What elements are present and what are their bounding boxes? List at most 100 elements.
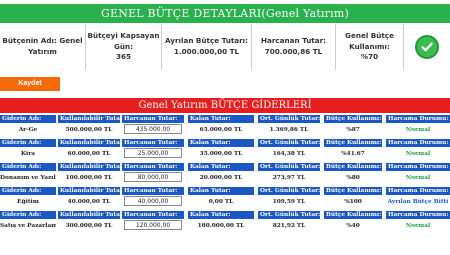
section-title: Genel Yatırım BÜTÇE GİDERLERİ — [0, 98, 450, 113]
cell-usage: Bütçe Kullanımı: %100 — [324, 186, 382, 208]
spent-amount-input[interactable] — [124, 124, 182, 134]
cell-name: Giderin Adı: Satış ve Pazarlama — [0, 210, 56, 232]
summary-days: Bütçeyi Kapsayan Gün: 365 — [86, 24, 162, 70]
cell-label-remaining: Kalan Tutar: — [188, 139, 254, 147]
cell-value-usage: %87 — [346, 127, 360, 133]
cell-remaining: Kalan Tutar: 0,00 TL — [188, 186, 254, 208]
table-row: Giderin Adı: Kira Kullanılabilir Tutar: 60.… — [0, 138, 450, 160]
cell-daily: Ort. Günlük Tutar: 164,38 TL — [258, 138, 320, 160]
cell-remaining: Kalan Tutar: 65.000,00 TL — [188, 114, 254, 136]
spent-amount-input[interactable] — [124, 148, 182, 158]
summary-budget-name-line2: Yatırım — [28, 47, 57, 56]
cell-value-name: Satış ve Pazarlama — [0, 223, 56, 229]
cell-label-usage: Bütçe Kullanımı: — [324, 139, 382, 147]
cell-value-name: Eğitim — [17, 199, 39, 205]
save-button[interactable]: Kaydet — [0, 77, 60, 91]
cell-name: Giderin Adı: Ar-Ge — [0, 114, 56, 136]
cell-label-remaining: Kalan Tutar: — [188, 211, 254, 219]
summary-usage-line1: Genel Bütçe — [345, 30, 394, 40]
page-title: GENEL BÜTÇE DETAYLARI(Genel Yatırım) — [0, 4, 450, 23]
cell-label-usable: Kullanılabilir Tutar: — [58, 115, 120, 123]
cell-value-remaining: 0,00 TL — [208, 199, 234, 205]
cell-spent: Harcanan Tutar: — [122, 210, 184, 232]
cell-usable: Kullanılabilir Tutar: 60.000,00 TL — [58, 138, 120, 160]
cell-status: Harcama Durumu: Ayrılan Bütçe Bitti — [386, 186, 450, 208]
summary-usage-line2: Kullanımı: — [349, 41, 390, 51]
cell-value-remaining: 20.000,00 TL — [199, 175, 243, 181]
summary-days-line2: Gün: — [113, 41, 133, 51]
summary-allocated-value: 1.000.000,00 TL — [173, 47, 240, 56]
summary-usage-value: %70 — [360, 52, 379, 62]
summary-spent: Harcanan Tutar: 700.000,86 TL — [252, 24, 336, 70]
cell-value-status: Normal — [405, 223, 431, 229]
cell-name: Giderin Adı: Eğitim — [0, 186, 56, 208]
table-row: Giderin Adı: Donanım ve YazılımKullanılab… — [0, 162, 450, 184]
cell-value-daily: 164,38 TL — [272, 151, 306, 157]
cell-remaining: Kalan Tutar: 180.000,00 TL — [188, 210, 254, 232]
cell-value-daily: 273,97 TL — [272, 175, 306, 181]
summary-budget-name: Bütçenin Adı: Genel Yatırım — [0, 24, 86, 70]
cell-spent: Harcanan Tutar: — [122, 186, 184, 208]
cell-remaining: Kalan Tutar: 35.000,00 TL — [188, 138, 254, 160]
cell-label-remaining: Kalan Tutar: — [188, 163, 254, 171]
cell-value-status: Ayrılan Bütçe Bitti — [387, 199, 449, 205]
cell-value-usage: %100 — [344, 199, 362, 205]
spent-amount-input[interactable] — [124, 172, 182, 182]
cell-label-status: Harcama Durumu: — [386, 115, 450, 123]
cell-label-usage: Bütçe Kullanımı: — [324, 211, 382, 219]
cell-label-status: Harcama Durumu: — [386, 187, 450, 195]
summary-spent-value: 700.000,86 TL — [264, 47, 323, 56]
cell-label-daily: Ort. Günlük Tutar: — [258, 163, 320, 171]
summary-allocated: Ayrılan Bütçe Tutarı: 1.000.000,00 TL — [162, 24, 252, 70]
cell-status: Harcama Durumu: Normal — [386, 114, 450, 136]
cell-value-usable: 60.000,00 TL — [67, 151, 111, 157]
cell-label-usable: Kullanılabilir Tutar: — [58, 187, 120, 195]
cell-value-daily: 109,59 TL — [272, 199, 306, 205]
cell-usable: Kullanılabilir Tutar: 500.000,00 TL — [58, 114, 120, 136]
cell-usage: Bütçe Kullanımı: %41.67 — [324, 138, 382, 160]
cell-status: Harcama Durumu: Normal — [386, 210, 450, 232]
cell-value-daily: 821,92 TL — [272, 223, 306, 229]
cell-label-usable: Kullanılabilir Tutar: — [58, 139, 120, 147]
cell-usage: Bütçe Kullanımı: %80 — [324, 162, 382, 184]
cell-value-status: Normal — [405, 151, 431, 157]
cell-usable: Kullanılabilir Tutar: 100.000,00 TL — [58, 162, 120, 184]
cell-label-spent: Harcanan Tutar: — [122, 211, 184, 219]
cell-label-daily: Ort. Günlük Tutar: — [258, 139, 320, 147]
cell-label-name: Giderin Adı: — [0, 187, 56, 195]
cell-value-remaining: 65.000,00 TL — [199, 127, 243, 133]
cell-usable: Kullanılabilir Tutar: 300.000,00 TL — [58, 210, 120, 232]
cell-label-remaining: Kalan Tutar: — [188, 115, 254, 123]
cell-daily: Ort. Günlük Tutar: 273,97 TL — [258, 162, 320, 184]
cell-label-spent: Harcanan Tutar: — [122, 139, 184, 147]
cell-value-name: Ar-Ge — [18, 127, 38, 133]
cell-label-usage: Bütçe Kullanımı: — [324, 163, 382, 171]
spent-amount-input[interactable] — [124, 220, 182, 230]
cell-label-name: Giderin Adı: — [0, 139, 56, 147]
cell-value-usable: 500.000,00 TL — [65, 127, 113, 133]
cell-label-daily: Ort. Günlük Tutar: — [258, 115, 320, 123]
cell-label-usage: Bütçe Kullanımı: — [324, 115, 382, 123]
cell-name: Giderin Adı: Donanım ve Yazılım — [0, 162, 56, 184]
cell-label-status: Harcama Durumu: — [386, 211, 450, 219]
cell-value-name: Donanım ve Yazılım — [0, 175, 56, 181]
table-row: Giderin Adı: Satış ve Pazarlama Kullanılab… — [0, 210, 450, 232]
cell-label-daily: Ort. Günlük Tutar: — [258, 187, 320, 195]
cell-status: Harcama Durumu: Normal — [386, 138, 450, 160]
spent-amount-input[interactable] — [124, 196, 182, 206]
cell-value-name: Kira — [20, 151, 36, 157]
cell-label-spent: Harcanan Tutar: — [122, 163, 184, 171]
cell-usable: Kullanılabilir Tutar: 40.000,00 TL — [58, 186, 120, 208]
cell-label-name: Giderin Adı: — [0, 115, 56, 123]
cell-value-status: Normal — [405, 127, 431, 133]
cell-label-daily: Ort. Günlük Tutar: — [258, 211, 320, 219]
cell-label-name: Giderin Adı: — [0, 211, 56, 219]
cell-value-usable: 300.000,00 TL — [65, 223, 113, 229]
cell-remaining: Kalan Tutar: 20.000,00 TL — [188, 162, 254, 184]
expense-table: Giderin Adı: Ar-Ge Kullanılabilir Tutar: 50… — [0, 114, 450, 234]
cell-value-daily: 1.369,86 TL — [269, 127, 309, 133]
cell-name: Giderin Adı: Kira — [0, 138, 56, 160]
cell-value-usable: 40.000,00 TL — [67, 199, 111, 205]
cell-daily: Ort. Günlük Tutar: 1.369,86 TL — [258, 114, 320, 136]
summary-days-line1: Bütçeyi Kapsayan — [87, 30, 160, 40]
